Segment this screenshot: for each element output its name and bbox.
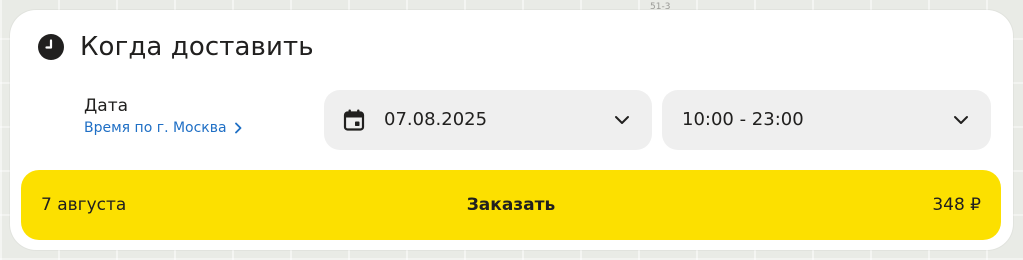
date-select[interactable]: 07.08.2025 xyxy=(324,90,652,150)
date-label: Дата xyxy=(84,96,129,116)
date-select-value: 07.08.2025 xyxy=(384,109,488,130)
clock-icon xyxy=(38,34,64,60)
time-select-value: 10:00 - 23:00 xyxy=(682,109,804,130)
section-title: Когда доставить xyxy=(80,32,314,62)
date-block: Дата Время по г. Москва xyxy=(84,96,243,137)
time-select[interactable]: 10:00 - 23:00 xyxy=(662,90,991,150)
chevron-down-icon xyxy=(954,116,968,124)
delivery-header: Когда доставить xyxy=(38,32,314,62)
timezone-link[interactable]: Время по г. Москва xyxy=(84,119,243,137)
timezone-link-label: Время по г. Москва xyxy=(84,120,227,136)
order-button-label: Заказать xyxy=(466,195,556,215)
calendar-icon xyxy=(343,109,365,131)
chevron-down-icon xyxy=(615,116,629,124)
order-date: 7 августа xyxy=(41,195,127,215)
delivery-time-card: Когда доставить Дата Время по г. Москва … xyxy=(10,10,1013,250)
order-button[interactable]: 7 августа Заказать 348 ₽ xyxy=(21,170,1001,240)
chevron-right-icon xyxy=(234,122,241,134)
order-price: 348 ₽ xyxy=(932,195,981,215)
